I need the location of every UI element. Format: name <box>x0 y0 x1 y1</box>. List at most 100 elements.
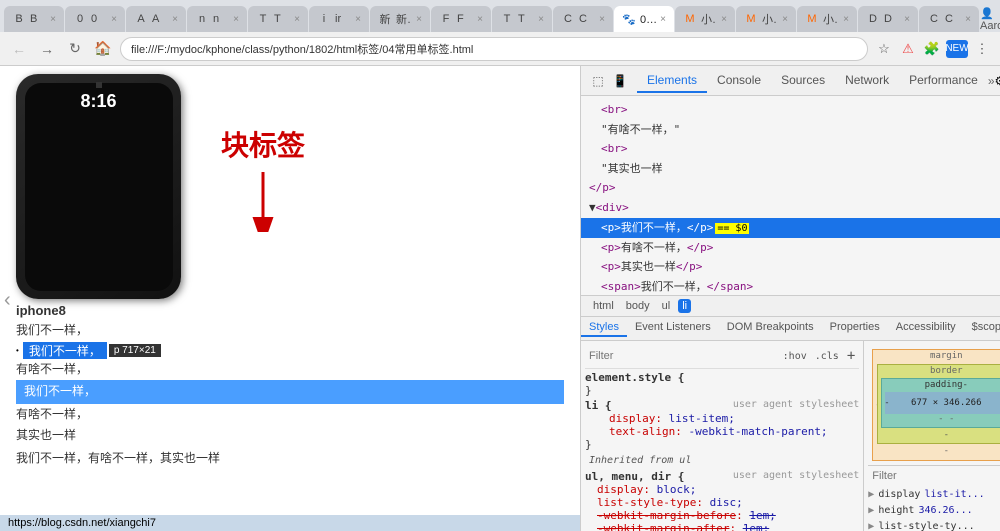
filter-plus-btn[interactable]: + <box>847 348 855 364</box>
breadcrumb-html[interactable]: html <box>589 300 618 312</box>
tab-d[interactable]: D D × <box>858 6 918 32</box>
styles-panel-tabs: Styles Event Listeners DOM Breakpoints P… <box>581 317 1000 341</box>
text-line-1: 我们不一样， <box>16 320 564 342</box>
tab-mi3[interactable]: M 小米 × <box>797 6 857 32</box>
devtools-tabs: ⬚ 📱 Elements Console Sources Network Per… <box>581 66 1000 96</box>
phone-image: 8:16 <box>16 74 181 299</box>
refresh-button[interactable]: ↻ <box>64 38 86 60</box>
tab-new[interactable]: 新 新标 × <box>370 6 430 32</box>
filter-hov-btn[interactable]: :hov <box>783 351 807 362</box>
menu-icon[interactable]: ⋮ <box>972 39 992 59</box>
elem-text2[interactable]: "其实也一样 <box>581 159 1000 179</box>
elem-p-close[interactable]: </p> <box>581 178 1000 198</box>
elem-div-open[interactable]: ▼<div> <box>581 198 1000 218</box>
margin-label: margin <box>930 351 963 361</box>
dom-breakpoints-tab[interactable]: DOM Breakpoints <box>719 319 822 337</box>
devtools-more-tabs[interactable]: » <box>988 74 995 88</box>
event-listeners-tab[interactable]: Event Listeners <box>627 319 719 337</box>
elem-br2[interactable]: <br> <box>581 139 1000 159</box>
filter-cls-btn[interactable]: .cls <box>815 351 839 362</box>
elem-p2[interactable]: <p>有啥不一样，</p> <box>581 238 1000 258</box>
window-controls: 👤 Aaron ─ □ × <box>980 7 1000 32</box>
properties-tab[interactable]: Properties <box>822 319 888 337</box>
accessibility-tab[interactable]: Accessibility <box>888 319 964 337</box>
style-rule-ul: ul, menu, dir { user agent stylesheet di… <box>585 470 859 531</box>
nav-prev-icon[interactable]: ‹ <box>4 289 11 312</box>
inspect-icon[interactable]: ⬚ <box>589 72 607 90</box>
tab-a[interactable]: A A × <box>126 6 186 32</box>
elem-span1[interactable]: <span>我们不一样，</span> <box>581 277 1000 295</box>
tab-mi2[interactable]: M 小米 × <box>736 6 796 32</box>
elem-p-selected[interactable]: <p>我们不一样，</p>== $0 <box>581 218 1000 238</box>
elements-panel: <br> "有啥不一样，" <br> "其实也一样 </p> ▼<div> <p… <box>581 96 1000 295</box>
tab-b[interactable]: B B × <box>4 6 64 32</box>
bookmark-icon[interactable]: ☆ <box>874 39 894 59</box>
list-text-3: 其实也一样 <box>16 425 564 447</box>
text-section: 我们不一样， • 我们不一样， p 717×21 有啥不一样， 我们不一样， 有… <box>0 320 580 447</box>
scope-tab[interactable]: $scope <box>964 319 1000 337</box>
styles-panel: :hov .cls + element.style { } li { user … <box>581 341 1000 531</box>
elem-text1[interactable]: "有啥不一样，" <box>581 120 1000 140</box>
prop-row-height: ▶ height 346.26... <box>868 503 1000 519</box>
filter-input[interactable] <box>589 350 775 362</box>
style-rule-li: li { user agent stylesheet display: list… <box>585 399 859 451</box>
phone-time: 8:16 <box>80 91 116 112</box>
content-box: 677 × 346.266 <box>885 392 1000 414</box>
bottom-filter-bar: Show all <box>868 465 1000 487</box>
tab-ir[interactable]: i ir × <box>309 6 369 32</box>
tab-performance[interactable]: Performance <box>899 69 988 93</box>
elem-p3[interactable]: <p>其实也一样</p> <box>581 257 1000 277</box>
tab-n[interactable]: n n × <box>187 6 247 32</box>
page-content: 8:16 块标签 <box>0 66 580 531</box>
tab-mi1[interactable]: M 小米 × <box>675 6 735 32</box>
style-rule-element: element.style { } <box>585 371 859 397</box>
tab-c2[interactable]: C C × <box>919 6 979 32</box>
footer-url: https://blog.csdn.net/xiangchi7 <box>0 515 580 531</box>
shield-icon[interactable]: ⚠ <box>898 39 918 59</box>
tab-c[interactable]: C C × <box>553 6 613 32</box>
border-bottom-dash: - <box>881 430 1000 440</box>
address-input[interactable] <box>120 37 868 61</box>
tab-0[interactable]: 0 0 × <box>65 6 125 32</box>
styles-left: :hov .cls + element.style { } li { user … <box>581 341 863 531</box>
iphone-label: iphone8 <box>0 299 580 320</box>
list-text-2: 有啥不一样， <box>16 404 564 426</box>
tab-f[interactable]: F F × <box>431 6 491 32</box>
tooltip-text: p 717×21 <box>109 344 161 357</box>
extension-icon[interactable]: 🧩 <box>922 39 942 59</box>
settings-icon[interactable]: ⚙ <box>995 74 1000 88</box>
styles-tab[interactable]: Styles <box>581 319 627 337</box>
forward-button[interactable]: → <box>36 38 58 60</box>
tab-t[interactable]: T T × <box>248 6 308 32</box>
border-label: border <box>930 366 963 376</box>
tab-sources[interactable]: Sources <box>771 69 835 93</box>
back-button[interactable]: ← <box>8 38 30 60</box>
user-avatar: 👤 Aaron <box>980 7 1000 32</box>
new-tab-icon[interactable]: NEW <box>946 40 968 58</box>
browser-window: B B × 0 0 × A A × n n × T T × i ir × <box>0 0 1000 531</box>
prop-row-display: ▶ display list-it... <box>868 487 1000 503</box>
text-line-3: 有啥不一样， <box>16 359 564 381</box>
breadcrumb-ul[interactable]: ul <box>658 300 675 312</box>
border-box: border - - padding- - - 677 × 346.266 <box>877 364 1000 444</box>
block-tag-label: 块标签 <box>221 124 305 164</box>
toolbar-icons: ☆ ⚠ 🧩 NEW ⋮ <box>874 39 992 59</box>
elem-br1[interactable]: <br> <box>581 100 1000 120</box>
devtools-settings: ⚙ × <box>995 74 1000 88</box>
padding-box: padding- - - 677 × 346.266 - - <box>881 378 1000 428</box>
breadcrumb-li[interactable]: li <box>678 299 691 313</box>
bottom-filter-input[interactable] <box>872 470 1000 482</box>
tab-network[interactable]: Network <box>835 69 899 93</box>
breadcrumb-body[interactable]: body <box>622 300 654 312</box>
tab-console[interactable]: Console <box>707 69 771 93</box>
tab-active[interactable]: 🐾 04常用单标签.html × <box>614 6 674 32</box>
tab-t2[interactable]: T T × <box>492 6 552 32</box>
bullet-dot: • <box>16 346 19 355</box>
padding-label: padding- <box>925 380 968 390</box>
main-area: 8:16 块标签 <box>0 66 1000 531</box>
property-list: ▶ display list-it... ▶ height 346.26... … <box>868 487 1000 531</box>
device-icon[interactable]: 📱 <box>611 72 629 90</box>
tab-elements[interactable]: Elements <box>637 69 707 93</box>
prop-row-liststyle: ▶ list-style-ty... <box>868 519 1000 531</box>
home-button[interactable]: 🏠 <box>92 38 114 60</box>
